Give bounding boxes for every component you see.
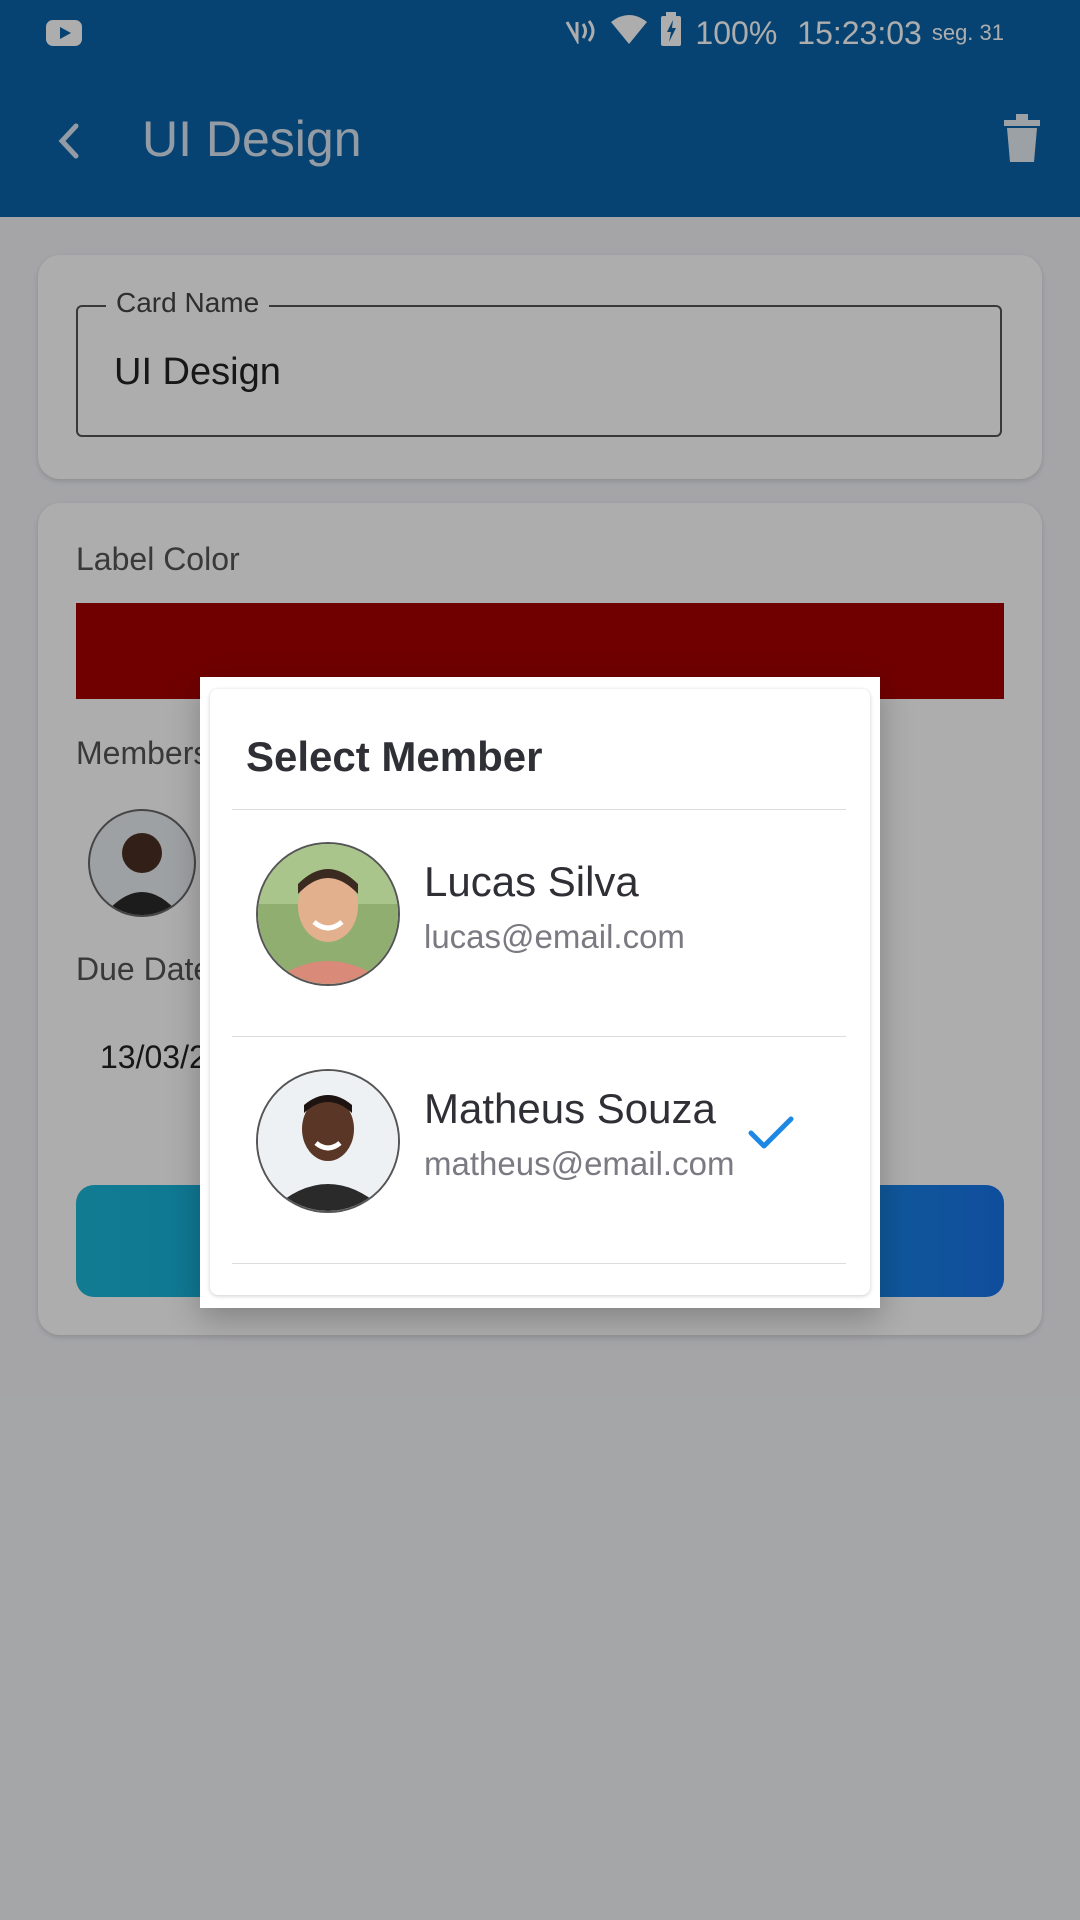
avatar [256,1069,400,1213]
member-row-lucas[interactable]: Lucas Silva lucas@email.com [210,810,870,1036]
dialog-surface: Select Member Lucas Silva lucas@email.co… [210,689,870,1295]
divider [232,1263,846,1264]
member-name: Lucas Silva [424,858,639,905]
check-icon [748,1115,794,1151]
member-email: lucas@email.com [424,918,685,955]
select-member-dialog: Select Member Lucas Silva lucas@email.co… [200,677,880,1308]
member-row-matheus[interactable]: Matheus Souza matheus@email.com [210,1037,870,1263]
member-email: matheus@email.com [424,1145,735,1182]
avatar [256,842,400,986]
dialog-title: Select Member [246,733,543,780]
member-name: Matheus Souza [424,1085,716,1132]
